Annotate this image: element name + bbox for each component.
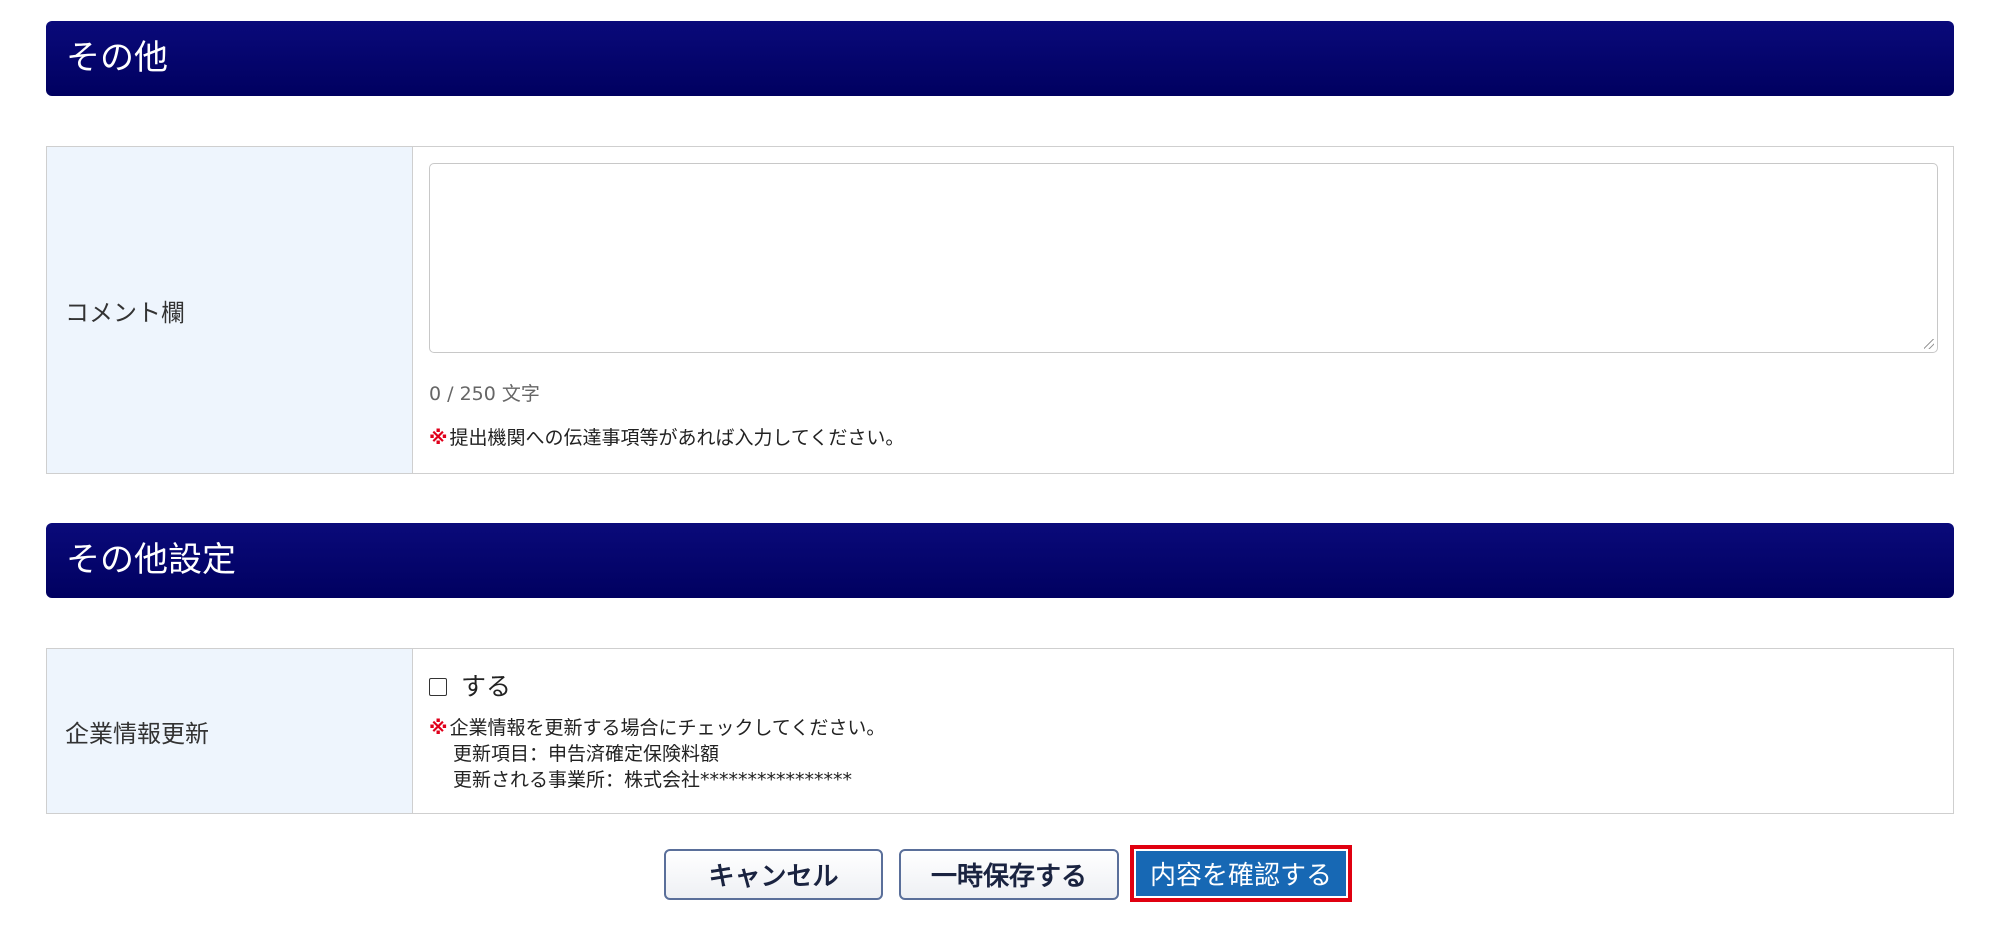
company-update-note: ※ 企業情報を更新する場合にチェックしてください。 更新項目：申告済確定保険料額 … [429, 715, 885, 793]
cancel-button[interactable]: キャンセル [664, 849, 883, 900]
company-update-note-line-1: 企業情報を更新する場合にチェックしてください。 [449, 717, 886, 739]
company-update-note-line-3: 更新される事業所：株式会社**************** [453, 769, 853, 791]
company-update-checkbox-label: する [461, 672, 512, 701]
company-update-label: 企業情報更新 [65, 719, 209, 748]
comment-value-cell: 0 / 250 文字 ※ 提出機関への伝達事項等があれば入力してください。 [413, 147, 1953, 473]
confirm-button[interactable]: 内容を確認する [1136, 851, 1346, 896]
comment-note-text: 提出機関への伝達事項等があれば入力してください。 [449, 427, 905, 449]
save-draft-button[interactable]: 一時保存する [899, 849, 1119, 900]
section-header-other: その他 [46, 21, 1954, 96]
company-update-checkbox[interactable] [429, 678, 447, 696]
section-header-other-settings: その他設定 [46, 523, 1954, 598]
section-title-other: その他 [66, 38, 168, 78]
comment-label-cell: コメント欄 [47, 147, 413, 473]
confirm-button-highlight: 内容を確認する [1130, 845, 1352, 902]
company-update-form-row: 企業情報更新 する ※ 企業情報を更新する場合にチェックしてください。 更新項目：… [46, 648, 1954, 814]
resize-handle-icon[interactable] [1924, 339, 1934, 349]
note-mark-icon: ※ [429, 717, 448, 739]
company-update-value-cell: する ※ 企業情報を更新する場合にチェックしてください。 更新項目：申告済確定保険… [413, 649, 1953, 813]
character-counter: 0 / 250 文字 [429, 383, 540, 405]
comment-label: コメント欄 [65, 298, 185, 327]
company-update-label-cell: 企業情報更新 [47, 649, 413, 813]
section-title-other-settings: その他設定 [66, 540, 236, 580]
comment-textarea[interactable] [429, 163, 1938, 353]
note-mark-icon: ※ [429, 427, 448, 449]
comment-note: ※ 提出機関への伝達事項等があれば入力してください。 [429, 425, 904, 451]
company-update-note-line-2: 更新項目：申告済確定保険料額 [453, 743, 720, 765]
company-update-checkbox-row[interactable]: する [429, 667, 511, 703]
comment-form-row: コメント欄 0 / 250 文字 ※ 提出機関への伝達事項等があれば入力してくださ… [46, 146, 1954, 474]
